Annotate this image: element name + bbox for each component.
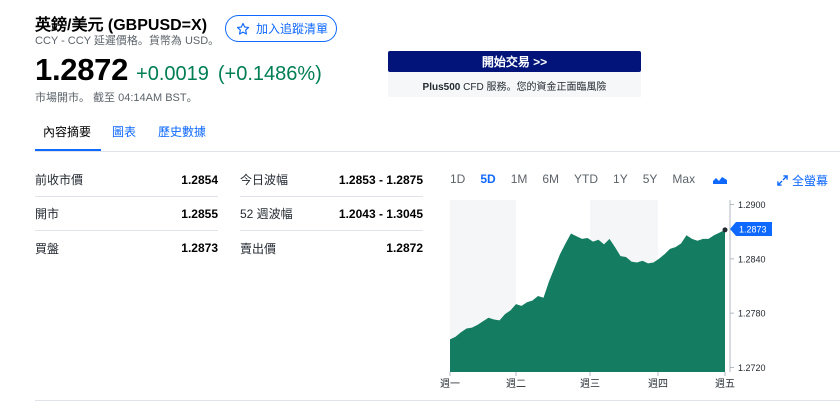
current-price-marker-label: 1.2873 [739, 224, 767, 234]
y-tick-label: 1.2840 [738, 254, 766, 264]
add-to-watchlist-button[interactable]: 加入追蹤清單 [225, 15, 337, 42]
range-max[interactable]: Max [672, 172, 695, 186]
instrument-subtitle: CCY - CCY 延遲價格。貨幣為 USD。 [35, 35, 220, 47]
x-tick-label: 週一 [440, 378, 460, 390]
current-price: 1.2872 [35, 52, 129, 87]
stats-label: 今日波幅 [240, 173, 289, 187]
range-5d[interactable]: 5D [480, 172, 495, 186]
price-change: +0.0019 [136, 63, 209, 85]
area-chart-icon[interactable] [712, 173, 728, 185]
stats-table-left: 前收市價 1.2854 開市 1.2855 買盤 1.2873 [35, 163, 218, 265]
price-change-percent: (+0.1486%) [217, 63, 322, 85]
stats-label: 買盤 [35, 241, 60, 256]
watchlist-label: 加入追蹤清單 [256, 22, 329, 36]
stats-row: 買盤 1.2873 [35, 231, 218, 265]
tab-summary[interactable]: 內容摘要 [35, 116, 102, 152]
quote-tabs: 內容摘要 圖表 歷史數據 [35, 116, 217, 152]
price-chart[interactable]: 1.2900 1.2840 1.2780 1.2720 1.2873 週一 週二 週三 週四 週五 [440, 190, 840, 400]
x-tick-label: 週五 [715, 378, 735, 390]
stats-value: 1.2043 - 1.3045 [338, 206, 423, 221]
stats-label: 前收市價 [35, 173, 84, 187]
trade-brand: Plus500 [422, 82, 461, 93]
start-trading-button[interactable]: 開始交易 >> [388, 51, 641, 72]
trade-disclaimer: Plus500 CFD 服務。您的資金正面臨風險 [388, 78, 641, 93]
stats-label: 開市 [35, 207, 60, 221]
stats-value: 1.2853 - 1.2875 [338, 172, 423, 187]
stats-table-right: 今日波幅 1.2853 - 1.2875 52 週波幅 1.2043 - 1.3… [240, 163, 423, 265]
x-tick-label: 週四 [648, 378, 668, 390]
fullscreen-label: 全螢幕 [792, 174, 829, 188]
expand-icon [777, 175, 788, 186]
range-5y[interactable]: 5Y [643, 172, 658, 186]
range-1m[interactable]: 1M [511, 172, 528, 186]
tabs-divider [35, 151, 840, 152]
tab-chart[interactable]: 圖表 [101, 116, 147, 152]
price-row: 1.2872 +0.0019 (+0.1486%) [35, 52, 322, 88]
stats-row: 52 週波幅 1.2043 - 1.3045 [240, 197, 423, 231]
range-1y[interactable]: 1Y [613, 172, 628, 186]
tab-history[interactable]: 歷史數據 [147, 116, 217, 152]
x-tick-label: 週三 [580, 378, 600, 390]
stats-value: 1.2873 [181, 241, 218, 255]
market-status: 市場開市。 截至 04:14AM BST。 [35, 92, 198, 104]
bottom-divider [35, 400, 840, 401]
last-price-point [722, 227, 728, 233]
y-tick-label: 1.2900 [738, 200, 766, 210]
trade-note-text: CFD 服務。您的資金正面臨風險 [460, 82, 607, 93]
chart-range-selector: 1D 5D 1M 6M YTD 1Y 5Y Max [450, 172, 728, 186]
stats-label: 52 週波幅 [240, 207, 293, 221]
stats-row: 賣出價 1.2872 [240, 231, 423, 265]
range-1d[interactable]: 1D [450, 172, 465, 186]
stats-row: 前收市價 1.2854 [35, 163, 218, 197]
stats-value: 1.2872 [386, 241, 423, 255]
x-tick-label: 週二 [506, 378, 526, 390]
stats-value: 1.2854 [181, 172, 218, 187]
y-tick-label: 1.2780 [738, 309, 766, 319]
y-tick-label: 1.2720 [738, 363, 766, 373]
stats-row: 今日波幅 1.2853 - 1.2875 [240, 163, 423, 197]
star-icon [236, 22, 250, 35]
fullscreen-button[interactable]: 全螢幕 [777, 172, 828, 189]
stats-label: 賣出價 [240, 241, 277, 256]
range-ytd[interactable]: YTD [574, 172, 598, 186]
stats-row: 開市 1.2855 [35, 197, 218, 231]
range-6m[interactable]: 6M [542, 172, 559, 186]
trade-ad-box: 開始交易 >> Plus500 CFD 服務。您的資金正面臨風險 [388, 51, 641, 97]
stats-value: 1.2855 [181, 206, 218, 221]
